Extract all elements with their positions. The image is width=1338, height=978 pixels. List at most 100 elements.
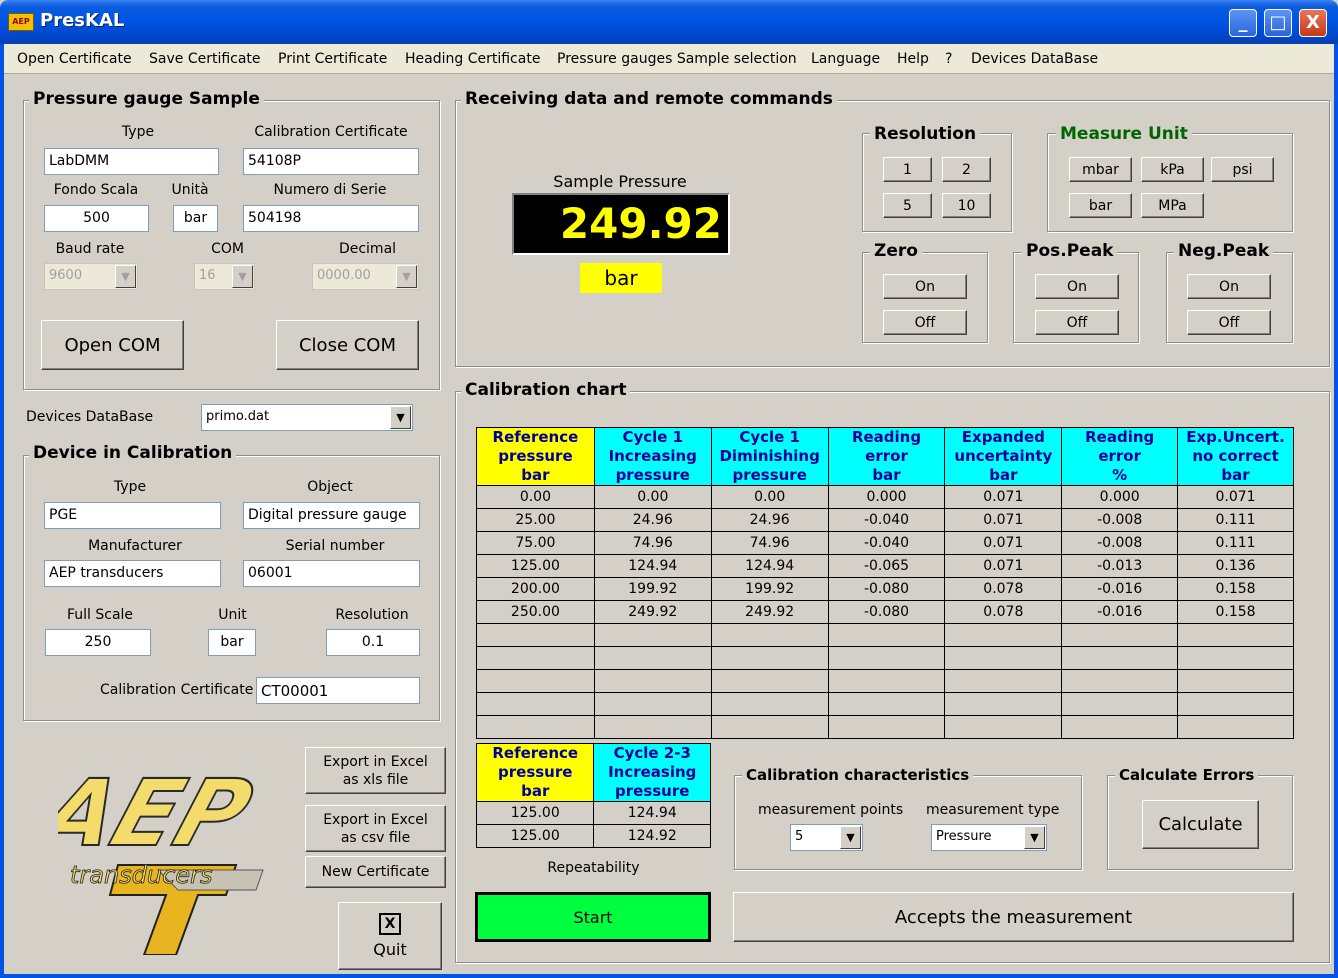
device-cert-field[interactable]: CT00001 xyxy=(256,677,420,704)
device-type-field[interactable]: PGE xyxy=(44,502,221,529)
close-button[interactable]: X xyxy=(1299,9,1327,37)
pos-peak-off-button[interactable]: Off xyxy=(1035,310,1119,335)
devices-db-select[interactable]: primo.dat ▼ xyxy=(201,404,413,431)
table-row[interactable] xyxy=(476,715,1294,739)
table-cell[interactable]: 0.071 xyxy=(1177,485,1294,509)
unit-psi-button[interactable]: psi xyxy=(1211,157,1274,182)
table-cell[interactable]: 0.136 xyxy=(1177,554,1294,578)
col-reading-error-bar[interactable]: Reading error bar xyxy=(827,427,946,486)
table-cell[interactable]: 0.078 xyxy=(944,577,1063,601)
export-xls-button[interactable]: Export in Excel as xls file xyxy=(305,747,446,794)
menu-language[interactable]: Language xyxy=(811,51,880,67)
table-cell[interactable] xyxy=(827,623,946,647)
table-cell[interactable] xyxy=(476,715,595,739)
zero-off-button[interactable]: Off xyxy=(883,310,967,335)
table-cell[interactable]: 249.92 xyxy=(593,600,712,624)
table-cell[interactable]: -0.080 xyxy=(827,577,946,601)
table-cell[interactable] xyxy=(1177,623,1294,647)
table-cell[interactable]: 200.00 xyxy=(476,577,595,601)
table-cell[interactable] xyxy=(1177,646,1294,670)
table-cell[interactable]: 0.158 xyxy=(1177,577,1294,601)
close-com-button[interactable]: Close COM xyxy=(276,320,419,370)
table-cell[interactable]: 75.00 xyxy=(476,531,595,555)
table-row[interactable]: 250.00 249.92 249.92 -0.080 0.078 -0.016 0.158 xyxy=(476,600,1294,624)
table-cell[interactable]: 0.071 xyxy=(944,508,1063,532)
neg-peak-off-button[interactable]: Off xyxy=(1187,310,1271,335)
menu-heading-certificate[interactable]: Heading Certificate xyxy=(405,51,540,67)
table-cell[interactable]: -0.065 xyxy=(827,554,946,578)
col-repeat-reference[interactable]: Reference pressure bar xyxy=(475,743,595,802)
com-select[interactable]: 16 ▼ xyxy=(194,263,255,290)
table-row[interactable] xyxy=(476,669,1294,693)
resolution-2-button[interactable]: 2 xyxy=(942,157,991,182)
table-cell[interactable]: 0.071 xyxy=(944,554,1063,578)
table-row[interactable]: 25.00 24.96 24.96 -0.040 0.071 -0.008 0.111 xyxy=(476,508,1294,532)
table-cell[interactable]: 0.00 xyxy=(710,485,829,509)
open-com-button[interactable]: Open COM xyxy=(41,320,184,370)
menu-open-certificate[interactable]: Open Certificate xyxy=(17,51,132,67)
table-cell[interactable]: -0.008 xyxy=(1061,531,1179,555)
table-cell[interactable] xyxy=(593,715,712,739)
table-cell[interactable] xyxy=(1177,669,1294,693)
table-cell[interactable] xyxy=(944,669,1063,693)
start-button[interactable]: Start xyxy=(475,892,711,942)
accept-measurement-button[interactable]: Accepts the measurement xyxy=(733,892,1294,942)
export-csv-button[interactable]: Export in Excel as csv file xyxy=(305,805,446,852)
table-cell[interactable] xyxy=(476,623,595,647)
table-cell[interactable]: 199.92 xyxy=(593,577,712,601)
zero-on-button[interactable]: On xyxy=(883,274,967,299)
table-cell[interactable] xyxy=(944,646,1063,670)
numero-serie-field[interactable]: 504198 xyxy=(243,205,419,232)
col-expanded-uncertainty[interactable]: Expanded uncertainty bar xyxy=(944,427,1063,486)
unit-bar-button[interactable]: bar xyxy=(1069,193,1132,218)
pos-peak-on-button[interactable]: On xyxy=(1035,274,1119,299)
menu-devices-database[interactable]: Devices DataBase xyxy=(971,51,1098,67)
col-cycle1-increasing[interactable]: Cycle 1 Increasing pressure xyxy=(593,427,712,486)
table-cell[interactable]: -0.013 xyxy=(1061,554,1179,578)
table-cell[interactable]: 124.94 xyxy=(710,554,829,578)
table-cell[interactable] xyxy=(1061,623,1179,647)
table-cell[interactable]: 24.96 xyxy=(710,508,829,532)
menu-print-certificate[interactable]: Print Certificate xyxy=(278,51,387,67)
table-cell[interactable]: 0.071 xyxy=(944,531,1063,555)
table-cell[interactable]: -0.040 xyxy=(827,508,946,532)
table-cell[interactable]: 0.000 xyxy=(827,485,946,509)
table-cell[interactable] xyxy=(827,669,946,693)
table-row[interactable]: 75.00 74.96 74.96 -0.040 0.071 -0.008 0.111 xyxy=(476,531,1294,555)
table-cell[interactable]: 199.92 xyxy=(710,577,829,601)
resolution-5-button[interactable]: 5 xyxy=(883,193,932,218)
new-certificate-button[interactable]: New Certificate xyxy=(305,856,446,888)
menu-help[interactable]: Help xyxy=(897,51,929,67)
table-row[interactable] xyxy=(476,623,1294,647)
table-cell[interactable] xyxy=(593,692,712,716)
table-cell[interactable]: 250.00 xyxy=(476,600,595,624)
table-cell[interactable] xyxy=(476,669,595,693)
maximize-button[interactable]: □ xyxy=(1264,9,1292,37)
table-cell[interactable] xyxy=(710,692,829,716)
table-row[interactable]: 125.00 124.92 xyxy=(475,824,711,848)
menu-pressure-gauges-sample[interactable]: Pressure gauges Sample selection xyxy=(557,51,797,67)
menu-about[interactable]: ? xyxy=(945,51,952,67)
table-cell[interactable]: 125.00 xyxy=(475,824,595,848)
measurement-points-select[interactable]: 5 ▼ xyxy=(790,824,863,851)
table-cell[interactable] xyxy=(1177,715,1294,739)
resolution-1-button[interactable]: 1 xyxy=(883,157,932,182)
table-cell[interactable]: -0.016 xyxy=(1061,600,1179,624)
table-cell[interactable]: 25.00 xyxy=(476,508,595,532)
table-cell[interactable]: 124.94 xyxy=(593,801,711,825)
baud-rate-select[interactable]: 9600 ▼ xyxy=(44,263,138,290)
menu-save-certificate[interactable]: Save Certificate xyxy=(149,51,261,67)
table-cell[interactable] xyxy=(593,623,712,647)
table-row[interactable]: 125.00 124.94 xyxy=(475,801,711,825)
table-cell[interactable]: 0.00 xyxy=(476,485,595,509)
table-row[interactable] xyxy=(476,692,1294,716)
table-cell[interactable] xyxy=(710,623,829,647)
table-cell[interactable] xyxy=(1061,715,1179,739)
sample-cert-field[interactable]: 54108P xyxy=(243,148,419,175)
decimal-select[interactable]: 0000.00 ▼ xyxy=(312,263,419,290)
table-cell[interactable]: 0.00 xyxy=(593,485,712,509)
col-reading-error-percent[interactable]: Reading error% xyxy=(1061,427,1179,486)
col-exp-uncert-no-correct[interactable]: Exp.Uncert. no correct bar xyxy=(1177,427,1294,486)
table-row[interactable]: 125.00 124.94 124.94 -0.065 0.071 -0.013 0.136 xyxy=(476,554,1294,578)
sample-type-field[interactable]: LabDMM xyxy=(44,148,219,175)
